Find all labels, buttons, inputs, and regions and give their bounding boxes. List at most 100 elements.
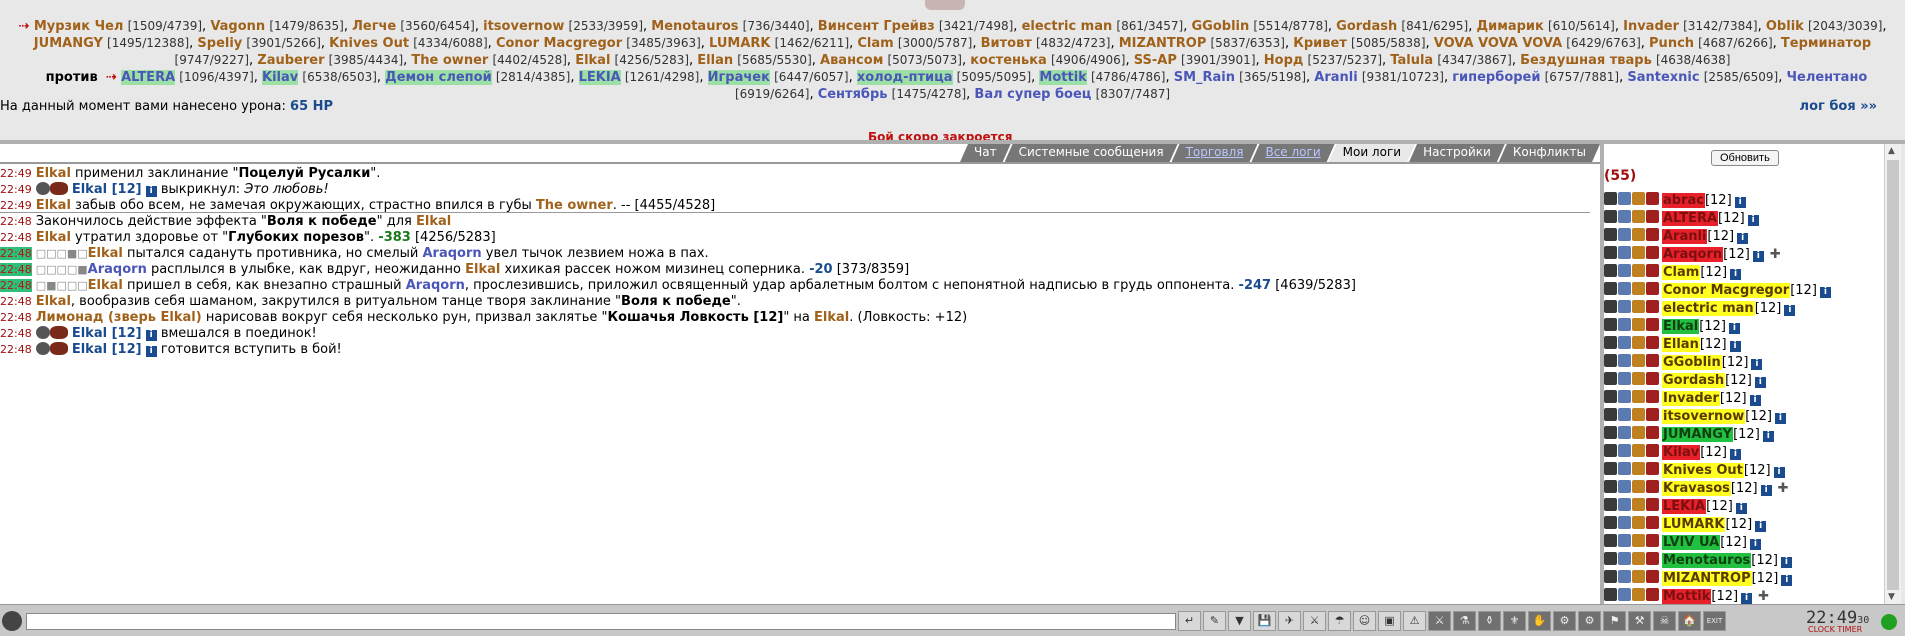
player-row[interactable]: Menotauros[12] i	[1604, 552, 1884, 570]
team-player-link[interactable]: гиперборей	[1452, 70, 1540, 85]
player-name[interactable]: Knives Out	[1662, 463, 1744, 478]
player-link[interactable]: Elkal	[88, 278, 123, 293]
info-icon[interactable]: i	[1752, 251, 1764, 262]
player-name[interactable]: Elkal	[1662, 319, 1700, 334]
player-row[interactable]: Invader[12] i	[1604, 390, 1884, 408]
player-link[interactable]: Elkal [12]	[72, 326, 142, 341]
player-row[interactable]: Kravasos[12] i ✚	[1604, 480, 1884, 498]
player-link[interactable]: Elkal	[36, 198, 71, 213]
tab-2[interactable]: Торговля	[1172, 144, 1258, 162]
info-icon[interactable]: i	[1728, 323, 1740, 334]
tab-3[interactable]: Все логи	[1251, 144, 1334, 162]
player-link[interactable]: Araqorn	[422, 246, 481, 261]
player-link[interactable]: Elkal [12]	[72, 342, 142, 357]
player-link[interactable]: Elkal	[88, 246, 123, 261]
info-icon[interactable]: i	[1754, 377, 1766, 388]
scroll-down-icon[interactable]: ▼	[1888, 592, 1895, 602]
info-icon[interactable]: i	[1784, 305, 1796, 316]
team-player-link[interactable]: Clam	[857, 36, 893, 51]
player-name[interactable]: LEKIA	[1662, 499, 1707, 514]
player-name[interactable]: LUMARK	[1662, 517, 1726, 532]
team-player-link[interactable]: Conor Macgregor	[496, 36, 622, 51]
team-player-link[interactable]: SM_Rain	[1174, 70, 1235, 85]
add-friend-icon[interactable]: ✚	[1770, 247, 1781, 262]
toolbar-button-icon[interactable]: ⚗	[1453, 611, 1476, 631]
team-player-link[interactable]: Aranli	[1314, 70, 1357, 85]
player-link[interactable]: Elkal	[814, 310, 849, 325]
team-player-link[interactable]: The owner	[411, 53, 488, 68]
toolbar-button-icon[interactable]: ↵	[1178, 611, 1201, 631]
team-player-link[interactable]: Invader	[1623, 19, 1679, 34]
player-row[interactable]: itsovernow[12] i	[1604, 408, 1884, 426]
player-row[interactable]: LUMARK[12] i	[1604, 516, 1884, 534]
player-name[interactable]: LVIV UA	[1662, 535, 1721, 550]
info-icon[interactable]: i	[1741, 593, 1753, 604]
add-friend-icon[interactable]: ✚	[1758, 589, 1769, 604]
player-row[interactable]: Ellan[12] i	[1604, 336, 1884, 354]
toolbar-button-icon[interactable]: ⚜	[1503, 611, 1526, 631]
info-icon[interactable]: i	[1749, 539, 1761, 550]
team-player-link[interactable]: Oblik	[1766, 19, 1804, 34]
team-player-link[interactable]: Elkal	[575, 53, 610, 68]
player-name[interactable]: Menotauros	[1662, 553, 1752, 568]
player-row[interactable]: electric man[12] i	[1604, 300, 1884, 318]
settings-gear-icon[interactable]	[2, 611, 22, 631]
toolbar-button-icon[interactable]: ⚔	[1428, 611, 1451, 631]
info-icon[interactable]: i	[1781, 575, 1793, 586]
toolbar-button-icon[interactable]: ⚙	[1578, 611, 1601, 631]
player-name[interactable]: abrac	[1662, 193, 1705, 208]
team-player-link[interactable]: ALTERA	[121, 70, 176, 85]
player-row[interactable]: Elkal[12] i	[1604, 318, 1884, 336]
team-player-link[interactable]: Kilav	[262, 70, 299, 85]
team-player-link[interactable]: Сентябрь	[818, 87, 888, 102]
team-player-link[interactable]: Авансом	[820, 53, 883, 68]
team-player-link[interactable]: Витовт	[981, 36, 1032, 51]
team-player-link[interactable]: Zauberer	[257, 53, 324, 68]
tab-6[interactable]: Конфликты	[1499, 144, 1600, 162]
player-link[interactable]: The owner	[536, 198, 613, 213]
team-player-link[interactable]: Gordash	[1336, 19, 1397, 34]
player-row[interactable]: Mottik[12] i ✚	[1604, 588, 1884, 604]
toolbar-button-icon[interactable]: ✈	[1278, 611, 1301, 631]
team-player-link[interactable]: Ellan	[697, 53, 733, 68]
info-icon[interactable]: i	[1760, 485, 1772, 496]
toolbar-button-icon[interactable]: 🏠	[1678, 611, 1701, 631]
player-row[interactable]: Conor Macgregor[12] i	[1604, 282, 1884, 300]
team-player-link[interactable]: Винсент Грейвз	[818, 19, 935, 34]
player-name[interactable]: Kravasos	[1662, 481, 1731, 496]
player-link[interactable]: Araqorn	[406, 278, 465, 293]
toolbar-button-icon[interactable]: EXIT	[1703, 611, 1726, 631]
player-name[interactable]: Invader	[1662, 391, 1720, 406]
player-name[interactable]: JUMANGY	[1662, 427, 1734, 442]
player-name[interactable]: Ellan	[1662, 337, 1700, 352]
toolbar-button-icon[interactable]: ▣	[1378, 611, 1401, 631]
scroll-up-icon[interactable]: ▲	[1888, 146, 1895, 156]
toolbar-button-icon[interactable]: ✋	[1528, 611, 1551, 631]
player-name[interactable]: Conor Macgregor	[1662, 283, 1791, 298]
chat-input[interactable]	[26, 613, 1176, 630]
player-row[interactable]: GGoblin[12] i	[1604, 354, 1884, 372]
info-icon[interactable]: i	[145, 346, 157, 357]
player-link[interactable]: Elkal	[465, 262, 500, 277]
team-player-link[interactable]: LUMARK	[709, 36, 770, 51]
toolbar-button-icon[interactable]: ✎	[1203, 611, 1226, 631]
team-player-link[interactable]: костенька	[970, 53, 1047, 68]
info-icon[interactable]: i	[1729, 449, 1741, 460]
refresh-button[interactable]: Обновить	[1711, 150, 1779, 166]
player-row[interactable]: ALTERA[12] i	[1604, 210, 1884, 228]
player-link[interactable]: Elkal	[36, 294, 71, 309]
toolbar-button-icon[interactable]: ▼	[1228, 611, 1251, 631]
player-name[interactable]: Gordash	[1662, 373, 1726, 388]
player-link[interactable]: Лимонад (зверь Elkal)	[36, 310, 202, 325]
info-icon[interactable]: i	[1734, 197, 1746, 208]
team-player-link[interactable]: Мурзик Чел	[34, 19, 124, 34]
player-name[interactable]: Aranli	[1662, 229, 1708, 244]
team-player-link[interactable]: Vagonn	[210, 19, 265, 34]
team-player-link[interactable]: Игрaчек	[707, 70, 770, 85]
player-row[interactable]: Kilav[12] i	[1604, 444, 1884, 462]
info-icon[interactable]: i	[1729, 341, 1741, 352]
player-row[interactable]: Gordash[12] i	[1604, 372, 1884, 390]
player-row[interactable]: JUMANGY[12] i	[1604, 426, 1884, 444]
info-icon[interactable]: i	[1751, 359, 1763, 370]
info-icon[interactable]: i	[1762, 431, 1774, 442]
